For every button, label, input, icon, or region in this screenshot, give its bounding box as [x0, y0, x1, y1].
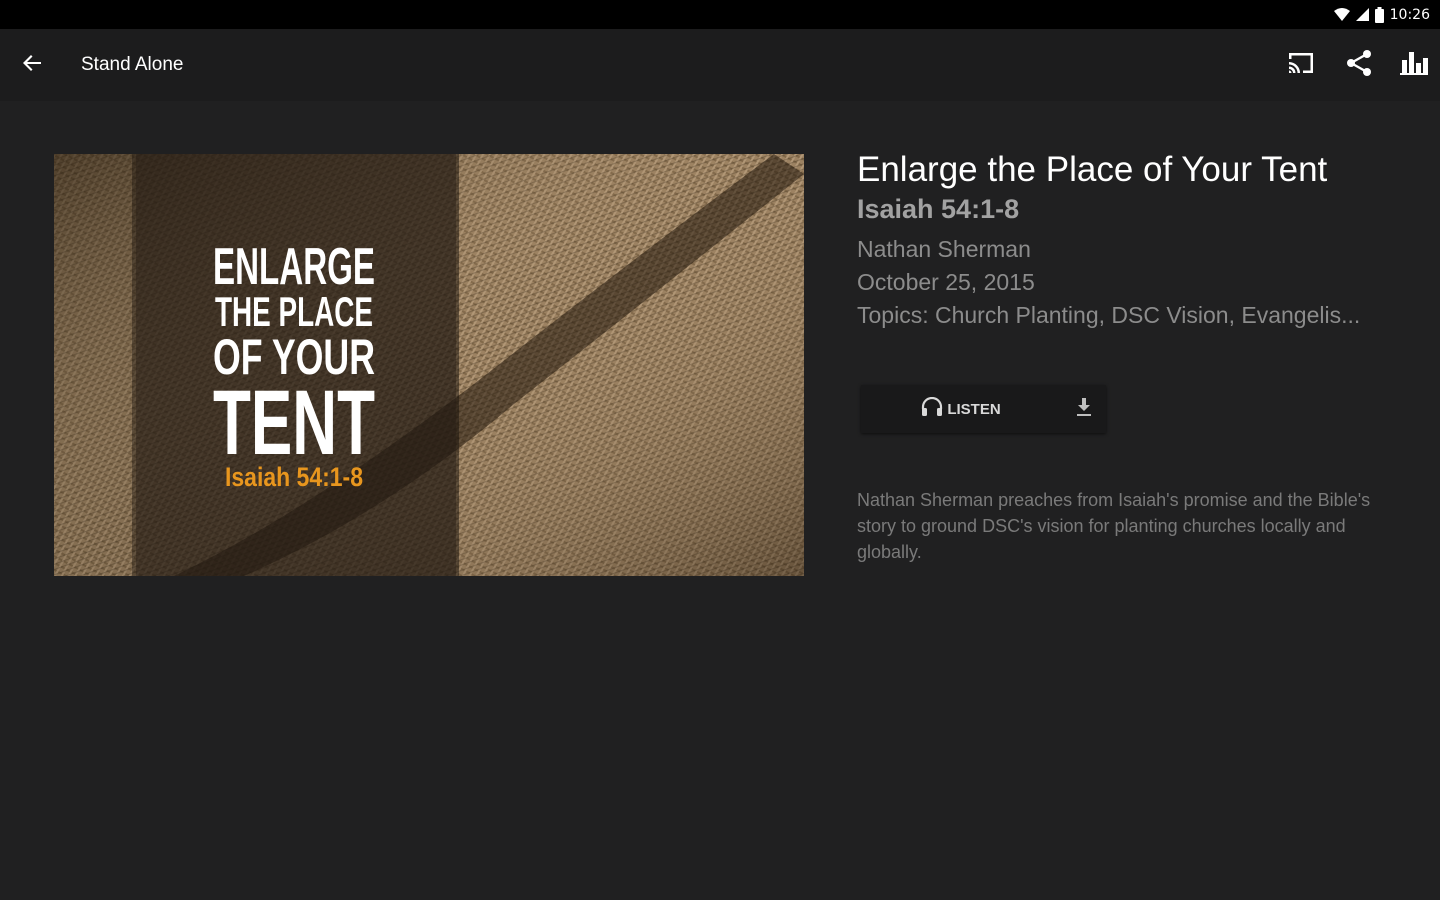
back-button[interactable] [14, 49, 50, 81]
bar-chart-icon [1400, 50, 1428, 81]
share-icon [1345, 49, 1373, 82]
sermon-topics: Topics: Church Planting, DSC Vision, Eva… [857, 302, 1361, 328]
artwork-reference: Isaiah 54:1-8 [225, 462, 363, 492]
cast-button[interactable] [1284, 49, 1318, 81]
artwork-line-2: THE PLACE [215, 288, 373, 335]
wifi-icon [1333, 8, 1350, 21]
speaker-name: Nathan Sherman [857, 236, 1031, 262]
sermon-date: October 25, 2015 [857, 269, 1035, 295]
sermon-artwork: ENLARGE THE PLACE OF YOUR TENT Isaiah 54… [54, 154, 804, 576]
app-title: Stand Alone [81, 54, 184, 75]
battery-icon [1374, 6, 1384, 23]
headphones-icon [921, 396, 943, 422]
sermon-description: Nathan Sherman preaches from Isaiah's pr… [857, 490, 1371, 562]
sermon-title: Enlarge the Place of Your Tent [857, 150, 1328, 189]
arrow-back-icon [22, 53, 42, 78]
scripture-reference: Isaiah 54:1-8 [857, 194, 1020, 224]
share-button[interactable] [1342, 49, 1376, 81]
download-icon [1075, 397, 1093, 422]
cell-signal-icon [1355, 8, 1369, 21]
media-actions: LISTEN [861, 385, 1106, 433]
status-icons: 10:26 [1333, 0, 1430, 29]
app-bar: Stand Alone [0, 29, 1440, 101]
listen-label: LISTEN [947, 400, 1001, 418]
download-button[interactable] [1061, 385, 1106, 433]
status-bar: 10:26 [0, 0, 1440, 29]
listen-button[interactable]: LISTEN [861, 385, 1061, 433]
status-time: 10:26 [1389, 6, 1430, 23]
stats-button[interactable] [1397, 49, 1431, 81]
sermon-details: Enlarge the Place of Your Tent Isaiah 54… [857, 148, 1397, 332]
cast-icon [1287, 51, 1315, 80]
artwork-line-4: TENT [213, 372, 375, 474]
